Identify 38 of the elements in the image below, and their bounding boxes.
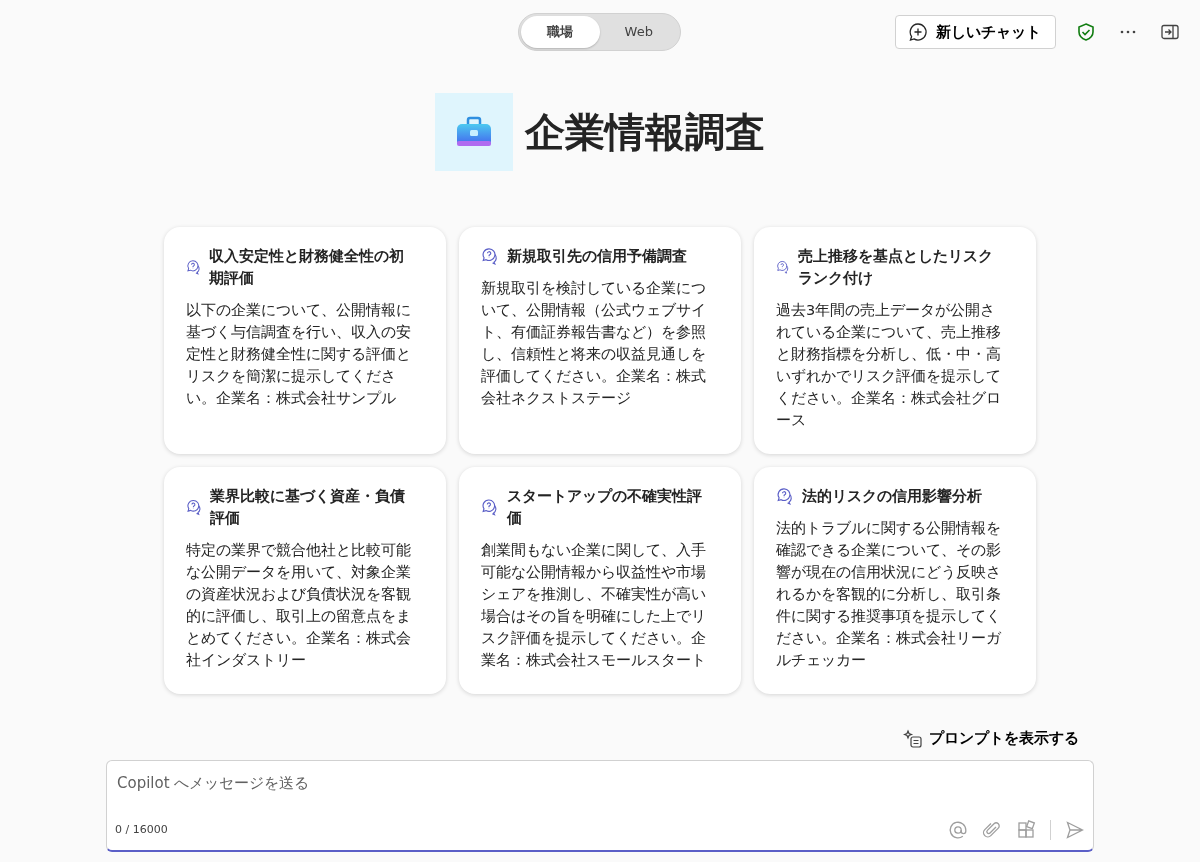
prompt-text: 法的トラブルに関する公開情報を確認できる企業について、その影響が現在の信用状況にどう反映されるかを客観的に分析し、取引条件に関する推奨事項を提示してください。企業名：株式会社リーガルチェッカー <box>776 519 1002 670</box>
prompt-card[interactable]: 新規取引先の信用予備調査 新規取引を検討している企業について、公開情報（公式ウェブサイト、有価証券報告書など）を参照し、信頼性と将来の収益見通しを評価してください。企業名：株式会社ネクストステージ <box>459 227 741 454</box>
prompt-card[interactable]: 業界比較に基づく資産・負債評価 特定の業界で競合他社と比較可能な公開データを用いて、対象企業の資産状況および負債状況を客観的に評価し、取引上の留意点をまとめてください。企業名：株式会社インダストリー <box>164 467 446 694</box>
prompt-title: 新規取引先の信用予備調査 <box>507 247 687 266</box>
prompt-text: 過去3年間の売上データが公開されている企業について、売上推移と財務指標を分析し、低・中・高いずれかでリスク評価を提示してください。企業名：株式会社グロース <box>776 301 1002 430</box>
prompt-text: 特定の業界で競合他社と比較可能な公開データを用いて、対象企業の資産状況および負債状況を客観的に評価し、取引上の留意点をまとめてください。企業名：株式会社インダストリー <box>186 541 412 670</box>
attach-icon[interactable] <box>982 819 1002 840</box>
chat-question-icon <box>186 258 202 276</box>
apps-icon[interactable] <box>1016 819 1036 840</box>
mode-tab[interactable]: Web <box>599 16 678 48</box>
prompt-text: 以下の企業について、公開情報に基づく与信調査を行い、収入の安定性と財務健全性に関する評価とリスクを簡潔に提示してください。企業名：株式会社サンプル <box>186 301 412 408</box>
prompt-card[interactable]: 売上推移を基点としたリスクランク付け 過去3年間の売上データが公開されている企業について、売上推移と財務指標を分析し、低・中・高いずれかでリスク評価を提示してください。企業名：株式会社グロース <box>754 227 1036 454</box>
prompt-card[interactable]: スタートアップの不確実性評価 創業間もない企業に関して、入手可能な公開情報から収益性や市場シェアを推測し、不確実性が高い場合はその旨を明確にした上でリスク評価を提示してください。企業名：株式会社スモールスタート <box>459 467 741 694</box>
chat-question-icon <box>776 487 794 505</box>
character-counter: 0 / 16000 <box>115 821 168 838</box>
briefcase-icon <box>456 116 492 148</box>
chat-question-icon <box>776 258 790 276</box>
prompt-card[interactable]: 法的リスクの信用影響分析 法的トラブルに関する公開情報を確認できる企業について、その影響が現在の信用状況にどう反映されるかを客観的に分析し、取引条件に関する推奨事項を提示してください。企業名：株式会社リーガルチェッカー <box>754 467 1036 694</box>
mention-icon[interactable] <box>948 819 968 840</box>
prompt-card[interactable]: 収入安定性と財務健全性の初期評価 以下の企業について、公開情報に基づく与信調査を行い、収入の安定性と財務健全性に関する評価とリスクを簡潔に提示してください。企業名：株式会社サンプル <box>164 227 446 454</box>
new-chat-button[interactable]: 新しいチャット <box>895 15 1056 49</box>
prompt-text: 新規取引を検討している企業について、公開情報（公式ウェブサイト、有価証券報告書など）を参照し、信頼性と将来の収益見通しを評価してください。企業名：株式会社ネクストステージ <box>481 279 707 408</box>
mode-tab[interactable]: 職場 <box>521 16 600 48</box>
prompt-title: 収入安定性と財務健全性の初期評価 <box>209 247 406 288</box>
prompt-title: 売上推移を基点としたリスクランク付け <box>797 247 994 288</box>
send-icon[interactable] <box>1065 819 1085 840</box>
chat-question-icon <box>186 498 203 516</box>
prompt-title: スタートアップの不確実性評価 <box>506 487 703 528</box>
message-box[interactable]: Copilot へメッセージを送る 0 / 16000 <box>106 759 1094 852</box>
sparkle-list-icon <box>903 728 923 749</box>
prompt-text: 創業間もない企業に関して、入手可能な公開情報から収益性や市場シェアを推測し、不確実性が高い場合はその旨を明確にした上でリスク評価を提示してください。企業名：株式会社スモールスタート <box>481 541 707 670</box>
agent-title: 企業情報調査 <box>525 108 765 156</box>
chat-question-icon <box>481 498 499 516</box>
chat-plus-icon <box>908 22 928 42</box>
prompt-title: 業界比較に基づく資産・負債評価 <box>210 487 407 528</box>
chat-question-icon <box>481 247 499 265</box>
show-prompts-button[interactable]: プロンプトを表示する <box>903 728 1093 750</box>
prompt-title: 法的リスクの信用影響分析 <box>802 487 982 506</box>
